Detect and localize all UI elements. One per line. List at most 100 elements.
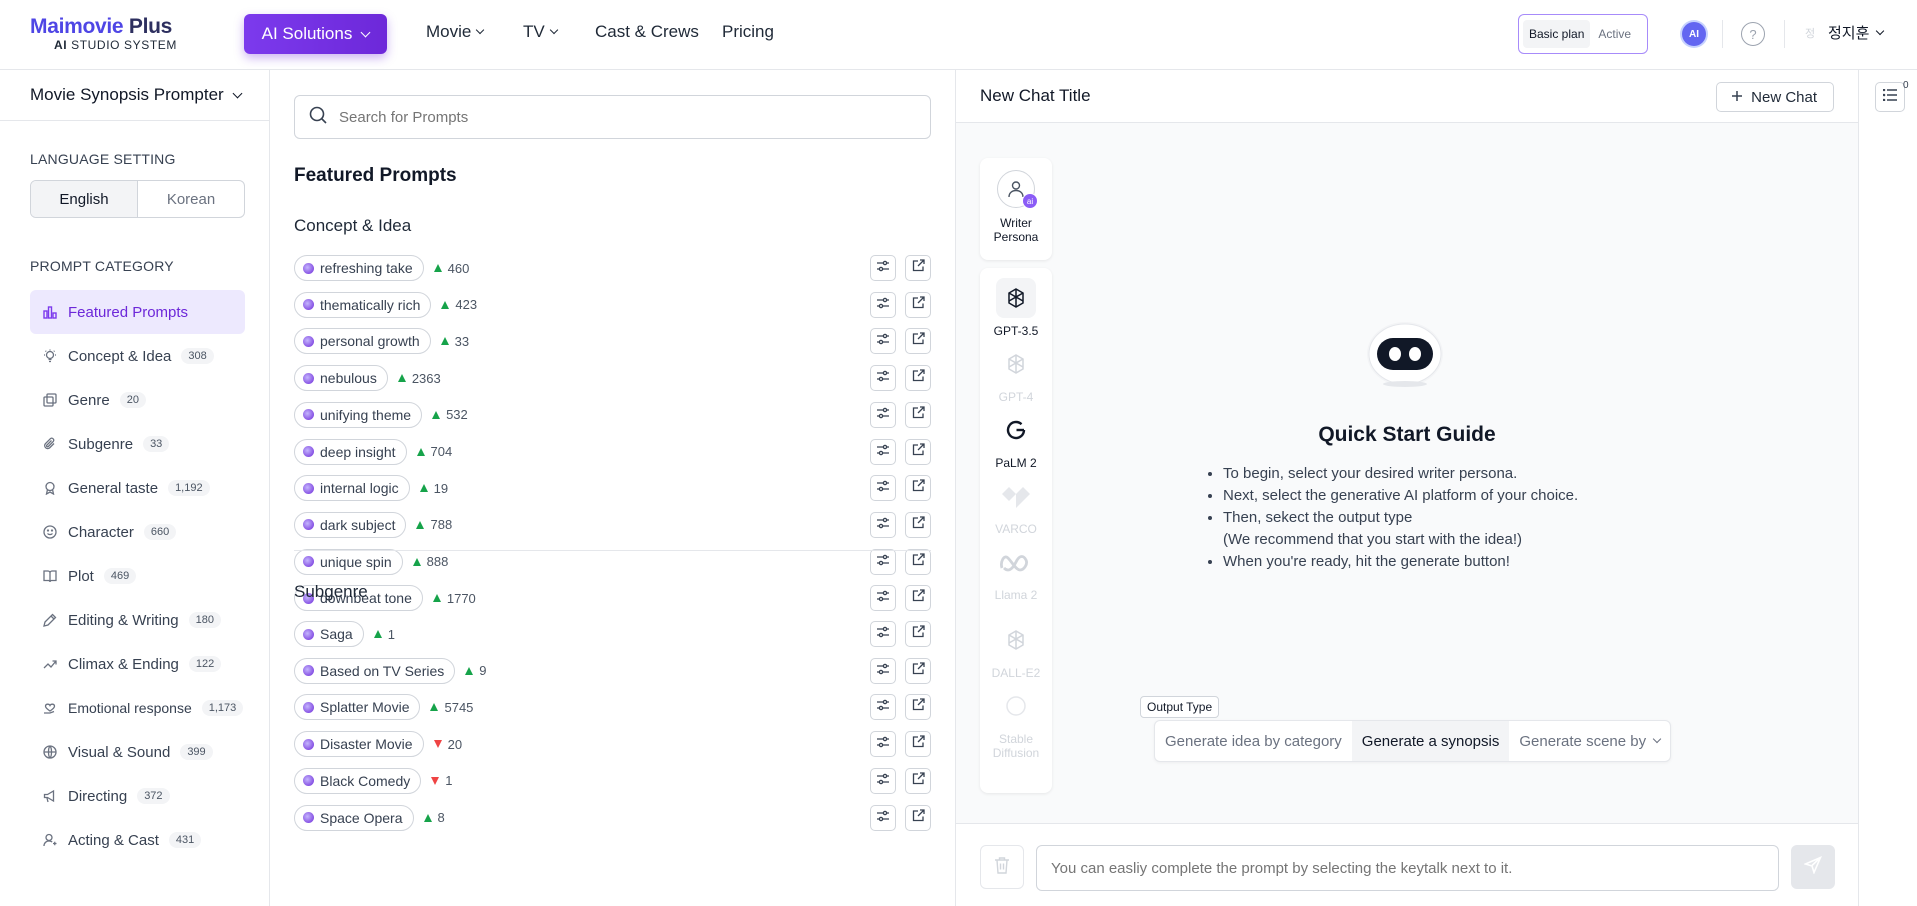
clear-chat-button[interactable]	[980, 845, 1024, 889]
adjust-button[interactable]	[870, 291, 896, 318]
user-menu[interactable]: 정 정지훈	[1800, 22, 1885, 43]
open-external-button[interactable]	[905, 731, 931, 758]
open-external-button[interactable]	[905, 804, 931, 831]
category-character[interactable]: Character 660	[30, 510, 245, 554]
open-external-button[interactable]	[905, 767, 931, 794]
adjust-button[interactable]	[870, 767, 896, 794]
open-external-button[interactable]	[905, 365, 931, 392]
user-name: 정지훈	[1828, 25, 1870, 42]
row-actions	[870, 365, 931, 392]
search-input[interactable]	[339, 108, 899, 126]
nav-tv[interactable]: TV	[523, 22, 558, 42]
category-concept-idea[interactable]: Concept & Idea 308	[30, 334, 245, 378]
output-option-scene[interactable]: Generate scene by	[1509, 721, 1670, 761]
open-external-button[interactable]	[905, 694, 931, 721]
adjust-button[interactable]	[870, 657, 896, 684]
adjust-button[interactable]	[870, 585, 896, 612]
adjust-button[interactable]	[870, 438, 896, 465]
category-featured-prompts[interactable]: Featured Prompts	[30, 290, 245, 334]
adjust-button[interactable]	[870, 255, 896, 281]
prompt-keyword-chip[interactable]: Disaster Movie	[294, 731, 424, 758]
model-gpt-4[interactable]: GPT-4	[980, 344, 1052, 404]
prompt-keyword-chip[interactable]: Space Opera	[294, 804, 414, 831]
category-emotional-response[interactable]: Emotional response 1,173	[30, 686, 245, 730]
category-general-taste[interactable]: General taste 1,192	[30, 466, 245, 510]
prompt-keyword-chip[interactable]: thematically rich	[294, 291, 432, 318]
chat-title[interactable]: New Chat Title	[980, 86, 1091, 106]
send-button[interactable]	[1791, 845, 1835, 889]
open-external-button[interactable]	[905, 585, 931, 612]
help-icon[interactable]: ?	[1741, 22, 1765, 46]
adjust-button[interactable]	[870, 365, 896, 392]
writer-persona-card[interactable]: ai Writer Persona	[980, 158, 1052, 260]
category-plot[interactable]: Plot 469	[30, 554, 245, 598]
category-count: 20	[119, 392, 146, 408]
adjust-button[interactable]	[870, 328, 896, 355]
category-label: Directing	[68, 787, 128, 805]
prompt-keyword-chip[interactable]: dark subject	[294, 511, 407, 538]
prompt-keyword-chip[interactable]: unifying theme	[294, 401, 423, 428]
model-gpt-3-5[interactable]: GPT-3.5	[980, 278, 1052, 338]
ai-solutions-button[interactable]: AI Solutions	[244, 14, 387, 54]
adjust-button[interactable]	[870, 731, 896, 758]
category-acting-cast[interactable]: Acting & Cast 431	[30, 818, 245, 862]
open-external-button[interactable]	[905, 657, 931, 684]
model-llama-2[interactable]: Llama 2	[980, 542, 1052, 602]
adjust-button[interactable]	[870, 694, 896, 721]
prompt-keyword-chip[interactable]: Saga	[294, 621, 364, 647]
search-box[interactable]	[294, 95, 931, 139]
category-editing-writing[interactable]: Editing & Writing 180	[30, 598, 245, 642]
model-stable-diffusion[interactable]: Stable Diffusion	[980, 686, 1052, 760]
category-directing[interactable]: Directing 372	[30, 774, 245, 818]
output-option-synopsis[interactable]: Generate a synopsis	[1351, 721, 1510, 761]
new-chat-button[interactable]: New Chat	[1716, 82, 1834, 112]
prompt-keyword-chip[interactable]: nebulous	[294, 365, 388, 392]
open-external-button[interactable]	[905, 328, 931, 355]
adjust-button[interactable]	[870, 804, 896, 831]
adjust-button[interactable]	[870, 475, 896, 502]
open-external-button[interactable]	[905, 621, 931, 647]
plan-status[interactable]: Basic plan Active	[1518, 14, 1648, 54]
prompter-selector[interactable]: Movie Synopsis Prompter	[0, 70, 269, 121]
category-genre[interactable]: Genre 20	[30, 378, 245, 422]
prompt-keyword-chip[interactable]: Based on TV Series	[294, 657, 456, 684]
prompt-keyword-chip[interactable]: unique spin	[294, 548, 403, 575]
logo[interactable]: Maimovie Plus AI STUDIO SYSTEM	[30, 16, 190, 53]
open-external-button[interactable]	[905, 438, 931, 465]
prompt-score-value: 888	[426, 554, 449, 570]
open-external-button[interactable]	[905, 255, 931, 281]
open-external-button[interactable]	[905, 511, 931, 538]
prompt-keyword-chip[interactable]: personal growth	[294, 328, 431, 355]
open-external-button[interactable]	[905, 475, 931, 502]
adjust-button[interactable]	[870, 548, 896, 575]
open-external-button[interactable]	[905, 401, 931, 428]
category-climax-ending[interactable]: Climax & Ending 122	[30, 642, 245, 686]
prompt-keyword-chip[interactable]: internal logic	[294, 475, 410, 502]
category-count: 33	[143, 436, 170, 452]
model-varco[interactable]: VARCO	[980, 476, 1052, 536]
category-visual-sound[interactable]: Visual & Sound 399	[30, 730, 245, 774]
row-actions	[870, 731, 931, 758]
nav-movie[interactable]: Movie	[426, 22, 485, 42]
adjust-button[interactable]	[870, 511, 896, 538]
prompt-keyword-chip[interactable]: refreshing take	[294, 255, 424, 281]
nav-cast-crews[interactable]: Cast & Crews	[595, 22, 699, 42]
prompt-keyword-chip[interactable]: Black Comedy	[294, 767, 422, 794]
language-korean[interactable]: Korean	[138, 181, 244, 217]
history-list-button[interactable]	[1875, 82, 1905, 112]
robot-mascot-icon	[1365, 318, 1445, 393]
prompt-keyword-chip[interactable]: deep insight	[294, 438, 407, 465]
open-external-button[interactable]	[905, 548, 931, 575]
ai-assistant-icon[interactable]: AI	[1682, 22, 1706, 46]
category-subgenre[interactable]: Subgenre 33	[30, 422, 245, 466]
model-dall-e2[interactable]: DALL-E2	[980, 620, 1052, 680]
open-external-button[interactable]	[905, 291, 931, 318]
prompt-keyword-chip[interactable]: Splatter Movie	[294, 694, 421, 721]
nav-pricing[interactable]: Pricing	[722, 22, 774, 42]
output-option-idea[interactable]: Generate idea by category	[1155, 721, 1352, 761]
language-english[interactable]: English	[31, 181, 138, 217]
adjust-button[interactable]	[870, 401, 896, 428]
chat-input[interactable]	[1036, 845, 1779, 891]
adjust-button[interactable]	[870, 621, 896, 647]
category-label: Editing & Writing	[68, 611, 179, 629]
